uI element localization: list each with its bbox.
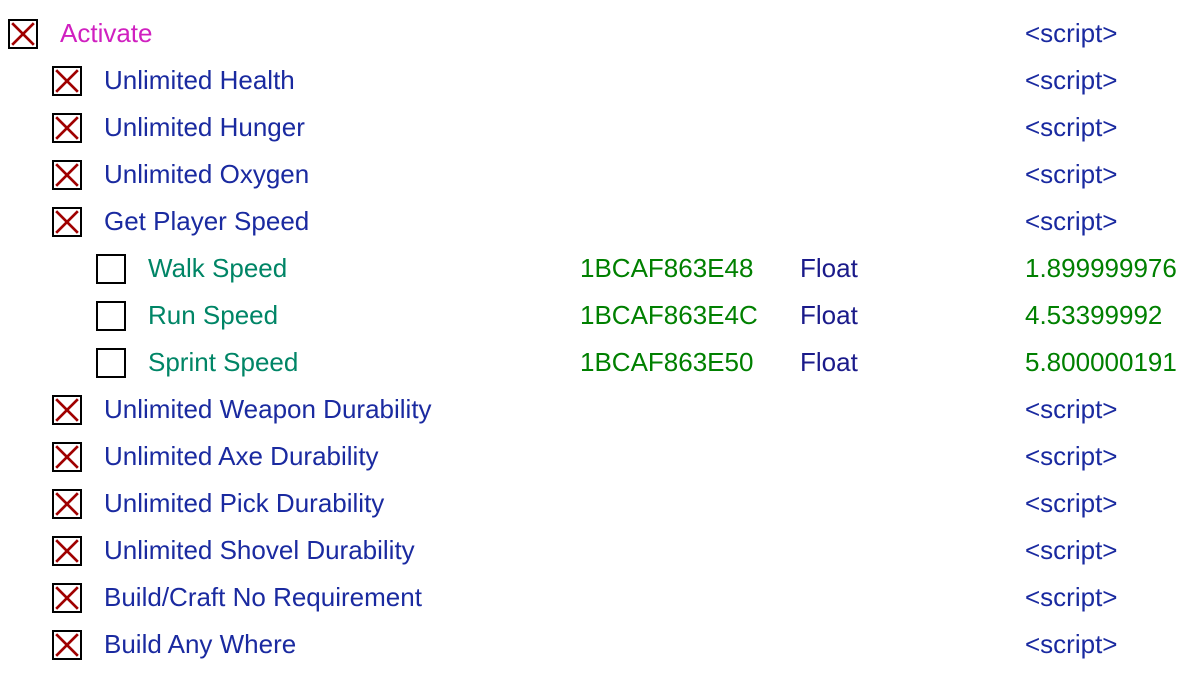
table-row[interactable]: Sprint Speed 1BCAF863E50 Float 5.800000191 [0,339,1200,386]
table-row[interactable]: Activate <script> [0,10,1200,57]
type-cell[interactable]: Float [800,300,858,331]
value-cell[interactable]: <script> [1025,65,1118,96]
entry-label[interactable]: Get Player Speed [104,206,309,237]
checkbox[interactable] [52,207,82,237]
entry-label[interactable]: Unlimited Hunger [104,112,305,143]
value-cell[interactable]: 1.899999976 [1025,253,1177,284]
checkbox[interactable] [52,536,82,566]
table-row[interactable]: Unlimited Weapon Durability <script> [0,386,1200,433]
table-row[interactable]: Unlimited Axe Durability <script> [0,433,1200,480]
entry-label[interactable]: Sprint Speed [148,347,298,378]
value-cell[interactable]: <script> [1025,112,1118,143]
type-cell[interactable]: Float [800,253,858,284]
type-cell[interactable]: Float [800,347,858,378]
address-cell[interactable]: 1BCAF863E50 [580,347,753,378]
entry-label[interactable]: Unlimited Oxygen [104,159,309,190]
table-row[interactable]: Unlimited Pick Durability <script> [0,480,1200,527]
checkbox[interactable] [96,301,126,331]
value-cell[interactable]: <script> [1025,159,1118,190]
checkbox[interactable] [52,66,82,96]
value-cell[interactable]: <script> [1025,629,1118,660]
table-row[interactable]: Walk Speed 1BCAF863E48 Float 1.899999976 [0,245,1200,292]
entry-label[interactable]: Unlimited Pick Durability [104,488,384,519]
checkbox[interactable] [96,348,126,378]
checkbox[interactable] [52,630,82,660]
value-cell[interactable]: <script> [1025,488,1118,519]
checkbox[interactable] [52,489,82,519]
value-cell[interactable]: 4.53399992 [1025,300,1162,331]
address-cell[interactable]: 1BCAF863E4C [580,300,758,331]
entry-label[interactable]: Unlimited Health [104,65,295,96]
table-row[interactable]: Build Any Where <script> [0,621,1200,668]
entry-label[interactable]: Walk Speed [148,253,287,284]
entry-label[interactable]: Build Any Where [104,629,296,660]
table-row[interactable]: Build/Craft No Requirement <script> [0,574,1200,621]
value-cell[interactable]: <script> [1025,535,1118,566]
table-row[interactable]: Run Speed 1BCAF863E4C Float 4.53399992 [0,292,1200,339]
entry-label[interactable]: Unlimited Weapon Durability [104,394,432,425]
value-cell[interactable]: 5.800000191 [1025,347,1177,378]
address-cell[interactable]: 1BCAF863E48 [580,253,753,284]
entry-label[interactable]: Unlimited Axe Durability [104,441,379,472]
table-row[interactable]: Get Player Speed <script> [0,198,1200,245]
table-row[interactable]: Unlimited Oxygen <script> [0,151,1200,198]
entry-label[interactable]: Build/Craft No Requirement [104,582,422,613]
checkbox[interactable] [52,442,82,472]
value-cell[interactable]: <script> [1025,582,1118,613]
checkbox[interactable] [52,113,82,143]
entry-label[interactable]: Unlimited Shovel Durability [104,535,415,566]
value-cell[interactable]: <script> [1025,394,1118,425]
checkbox[interactable] [52,583,82,613]
cheat-table: Activate <script> Unlimited Health <script>… [0,10,1200,668]
table-row[interactable]: Unlimited Health <script> [0,57,1200,104]
checkbox[interactable] [96,254,126,284]
checkbox[interactable] [52,160,82,190]
value-cell[interactable]: <script> [1025,18,1118,49]
entry-label[interactable]: Run Speed [148,300,278,331]
checkbox[interactable] [52,395,82,425]
table-row[interactable]: Unlimited Shovel Durability <script> [0,527,1200,574]
value-cell[interactable]: <script> [1025,206,1118,237]
checkbox[interactable] [8,19,38,49]
value-cell[interactable]: <script> [1025,441,1118,472]
entry-label[interactable]: Activate [60,18,153,49]
table-row[interactable]: Unlimited Hunger <script> [0,104,1200,151]
